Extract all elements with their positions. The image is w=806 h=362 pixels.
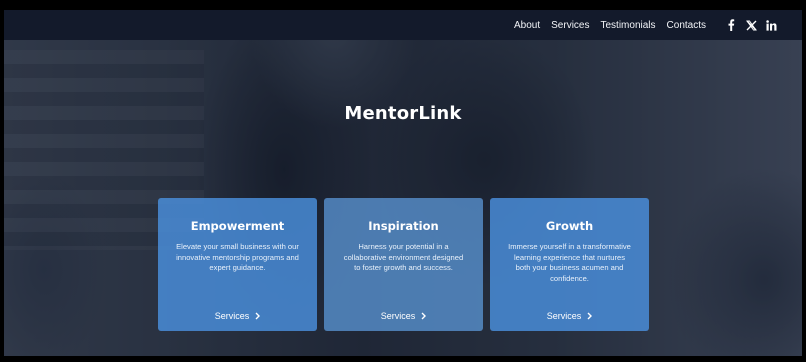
card-description: Elevate your small business with our inn… — [176, 242, 299, 273]
card-description: Immerse yourself in a transformative lea… — [508, 242, 631, 283]
card-growth: Growth Immerse yourself in a transformat… — [490, 198, 649, 331]
card-inspiration: Inspiration Harness your potential in a … — [324, 198, 483, 331]
nav-link-services[interactable]: Services — [551, 20, 589, 31]
linkedin-icon[interactable] — [764, 18, 778, 32]
card-services-link[interactable]: Services — [324, 311, 483, 321]
chevron-right-icon — [587, 312, 593, 320]
feature-cards: Empowerment Elevate your small business … — [158, 198, 649, 331]
card-empowerment: Empowerment Elevate your small business … — [158, 198, 317, 331]
page-frame: About Services Testimonials Contacts Men… — [4, 10, 802, 356]
chevron-right-icon — [255, 312, 261, 320]
card-link-label: Services — [546, 311, 582, 321]
page-title: MentorLink — [344, 103, 462, 124]
card-services-link[interactable]: Services — [490, 311, 649, 321]
x-icon[interactable] — [744, 18, 758, 32]
card-link-label: Services — [214, 311, 250, 321]
nav-link-contacts[interactable]: Contacts — [667, 20, 706, 31]
nav-link-testimonials[interactable]: Testimonials — [601, 20, 656, 31]
card-description: Harness your potential in a collaborativ… — [343, 242, 464, 273]
social-links — [718, 18, 778, 32]
card-title: Empowerment — [190, 219, 285, 233]
top-nav: About Services Testimonials Contacts — [4, 10, 802, 40]
nav-link-about[interactable]: About — [514, 20, 540, 31]
card-title: Growth — [545, 219, 594, 233]
facebook-icon[interactable] — [724, 18, 738, 32]
chevron-right-icon — [421, 312, 427, 320]
card-title: Inspiration — [368, 219, 439, 233]
card-services-link[interactable]: Services — [158, 311, 317, 321]
card-link-label: Services — [380, 311, 416, 321]
